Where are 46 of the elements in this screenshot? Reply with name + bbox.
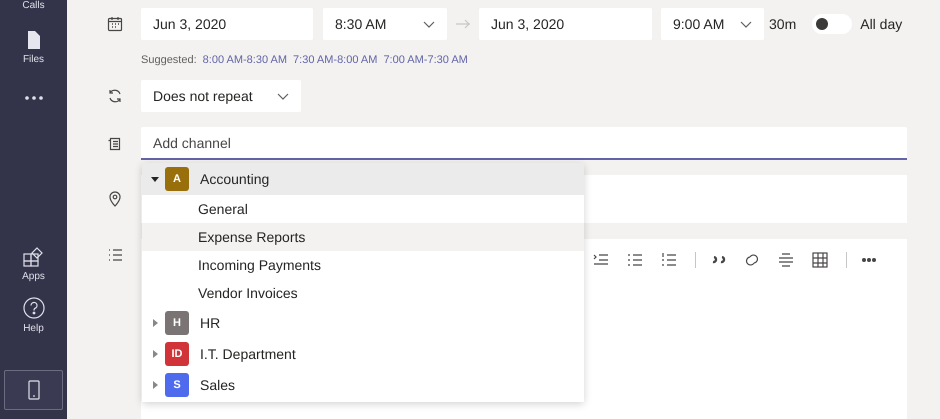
phone-icon (28, 380, 40, 400)
all-day-label: All day (860, 14, 902, 34)
channel-item[interactable]: Incoming Payments (142, 251, 584, 279)
end-date-field[interactable]: Jun 3, 2020 (479, 8, 652, 40)
calendar-icon (107, 16, 123, 32)
chevron-down-icon (740, 20, 752, 28)
help-rail-button[interactable]: Help (22, 297, 44, 335)
team-avatar: S (165, 373, 189, 397)
files-rail-button[interactable]: Files (22, 30, 44, 66)
help-icon (22, 297, 44, 319)
chevron-down-icon (277, 92, 289, 100)
start-time-dropdown[interactable]: 8:30 AM (323, 8, 447, 40)
suggested-time-link[interactable]: 7:30 AM-8:00 AM (293, 52, 378, 68)
apps-icon (23, 246, 44, 267)
team-item[interactable]: H HR (142, 308, 584, 338)
team-avatar: ID (165, 342, 189, 366)
list-icon (107, 247, 123, 263)
channel-icon (107, 136, 123, 152)
calls-rail-button[interactable]: Calls (22, 0, 45, 12)
channel-item[interactable]: Vendor Invoices (142, 279, 584, 307)
apps-rail-button[interactable]: Apps (22, 246, 45, 283)
start-date-field[interactable]: Jun 3, 2020 (141, 8, 313, 40)
location-icon (107, 191, 123, 207)
duration-label: 30m (769, 14, 796, 34)
suggested-time-link[interactable]: 7:00 AM-7:30 AM (383, 52, 468, 68)
caret-right-icon (151, 381, 159, 389)
caret-right-icon (151, 350, 159, 358)
team-item[interactable]: ID I.T. Department (142, 339, 584, 369)
channel-field[interactable]: Add channel (141, 127, 907, 160)
team-avatar: H (165, 311, 189, 335)
caret-down-icon (151, 175, 159, 183)
suggested-time-link[interactable]: 8:00 AM-8:30 AM (202, 52, 288, 68)
caret-right-icon (151, 319, 159, 327)
channel-item[interactable]: Expense Reports (142, 223, 584, 251)
repeat-icon (107, 88, 123, 104)
end-time-dropdown[interactable]: 9:00 AM (661, 8, 764, 40)
channel-item[interactable]: General (142, 195, 584, 223)
team-item[interactable]: A Accounting (142, 163, 584, 195)
device-rail-button[interactable] (4, 370, 63, 410)
repeat-dropdown[interactable]: Does not repeat (141, 80, 301, 112)
chevron-down-icon (423, 20, 435, 28)
suggested-label: Suggested: (141, 52, 197, 68)
more-icon[interactable] (24, 96, 44, 100)
team-avatar: A (165, 167, 189, 191)
all-day-toggle[interactable] (812, 14, 852, 34)
team-item[interactable]: S Sales (142, 370, 584, 400)
